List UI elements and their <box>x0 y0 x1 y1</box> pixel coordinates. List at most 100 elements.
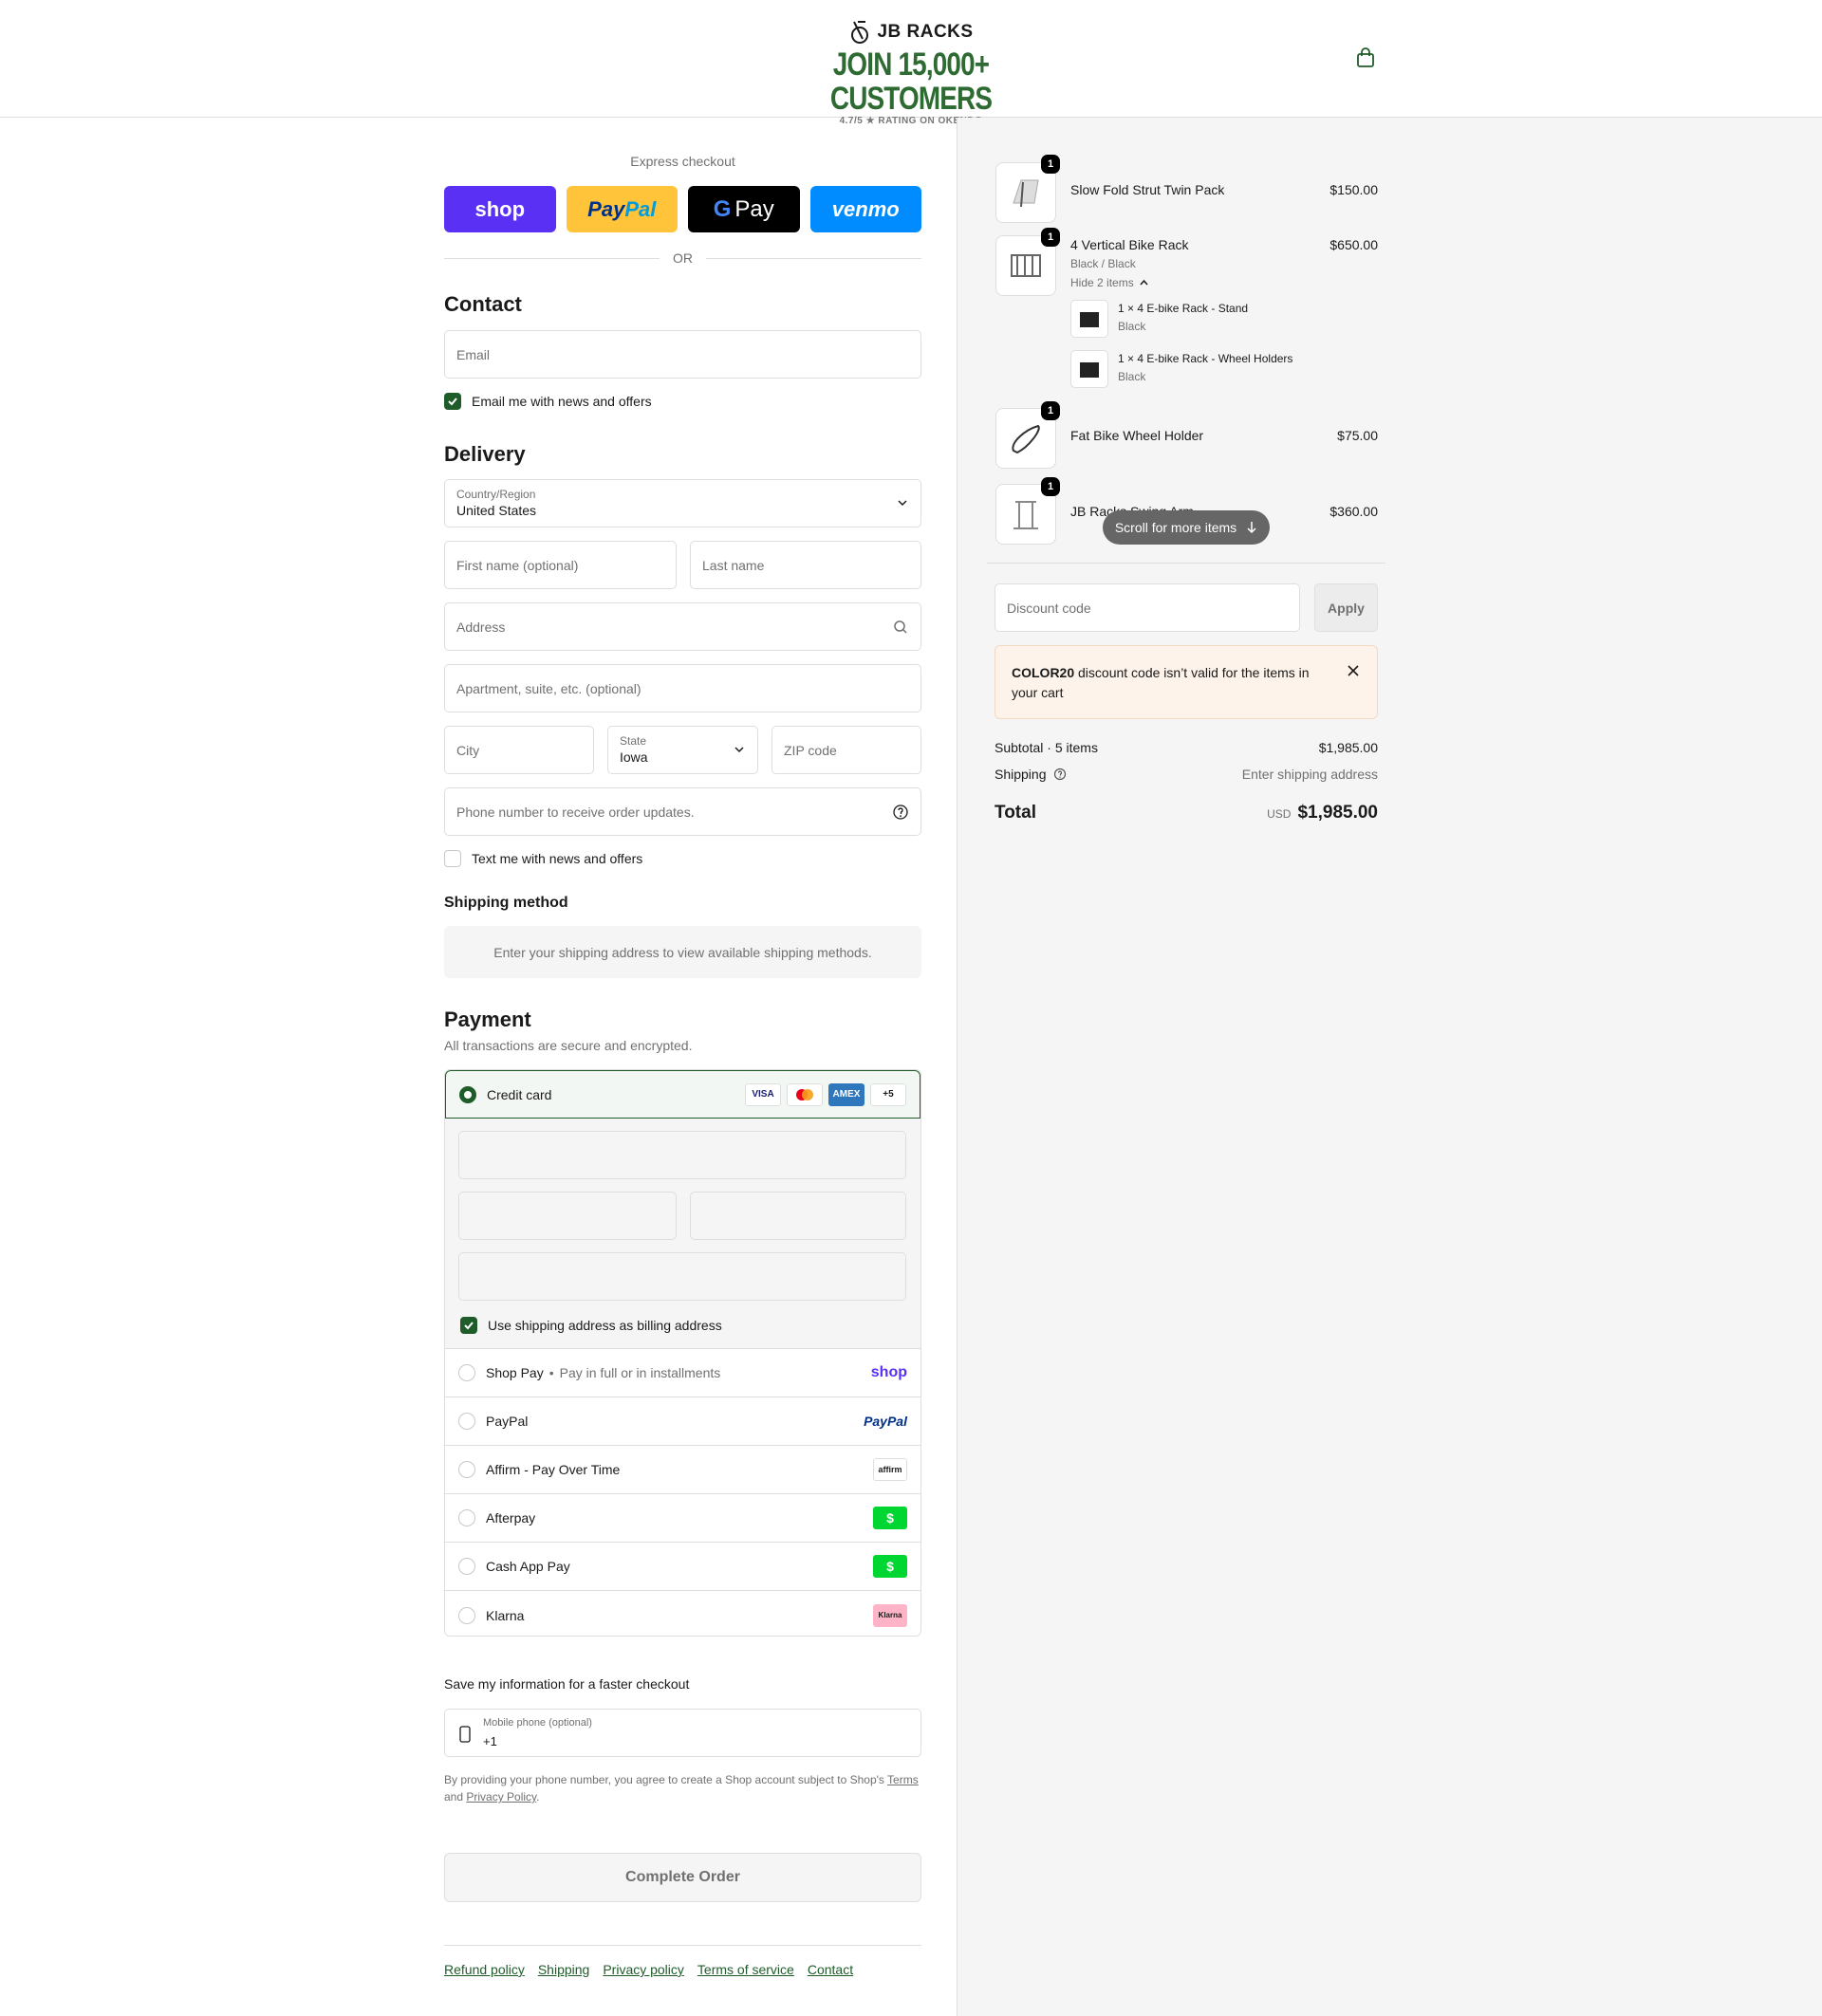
help-circle-icon[interactable] <box>1053 768 1067 781</box>
apply-discount-button[interactable]: Apply <box>1314 583 1378 632</box>
payment-option-paypal[interactable]: PayPal PayPal <box>445 1397 920 1446</box>
mobile-phone-input[interactable]: Mobile phone (optional) +1 <box>444 1709 921 1757</box>
refund-policy-link[interactable]: Refund policy <box>444 1962 525 1977</box>
state-label: State <box>620 734 647 748</box>
subtotal-row: Subtotal · 5 items $1,985.00 <box>995 740 1378 755</box>
text-news-checkbox[interactable]: Text me with news and offers <box>444 850 642 867</box>
shipping-link[interactable]: Shipping <box>538 1962 590 1977</box>
legal-prefix: By providing your phone number, you agre… <box>444 1773 884 1786</box>
card-name-field[interactable] <box>458 1252 906 1301</box>
paypal-express-button[interactable]: Pay Pal <box>566 186 678 232</box>
subtotal-label: Subtotal · 5 items <box>995 740 1098 755</box>
checkbox-checked[interactable] <box>444 393 461 410</box>
item-name: 4 Vertical Bike Rack <box>1070 237 1189 252</box>
alert-code: COLOR20 <box>1012 665 1075 680</box>
country-label: Country/Region <box>456 488 536 501</box>
wheel-holders-icon <box>1080 362 1099 378</box>
country-select[interactable]: Country/Region United States <box>444 479 921 527</box>
radio-unselected[interactable] <box>458 1461 475 1478</box>
card-number-field[interactable] <box>458 1131 906 1179</box>
shop-pay-express-button[interactable]: shop <box>444 186 556 232</box>
card-expiry-field[interactable] <box>458 1192 677 1240</box>
or-divider: OR <box>444 249 921 268</box>
shop-pay-description: Pay in full or in installments <box>559 1365 721 1380</box>
chevron-down-icon <box>898 500 907 507</box>
phone-input[interactable]: Phone number to receive order updates. <box>444 787 921 836</box>
item-variant: Black / Black <box>1070 257 1136 270</box>
card-security-code-field[interactable] <box>690 1192 906 1240</box>
privacy-policy-footer-link[interactable]: Privacy policy <box>603 1962 684 1977</box>
afterpay-label: Afterpay <box>486 1510 536 1526</box>
delivery-heading: Delivery <box>444 442 526 466</box>
bike-logo-icon <box>851 21 869 44</box>
email-placeholder: Email <box>456 346 491 362</box>
email-news-checkbox[interactable]: Email me with news and offers <box>444 393 652 410</box>
zip-input[interactable]: ZIP code <box>772 726 921 774</box>
total-row: Total USD $1,985.00 <box>995 803 1378 823</box>
last-name-input[interactable]: Last name <box>690 541 921 589</box>
apartment-input[interactable]: Apartment, suite, etc. (optional) <box>444 664 921 712</box>
quantity-badge: 1 <box>1041 155 1060 174</box>
payment-option-affirm[interactable]: Affirm - Pay Over Time affirm <box>445 1446 920 1494</box>
payment-option-klarna[interactable]: Klarna Klarna <box>445 1591 920 1636</box>
email-input[interactable]: Email <box>444 330 921 379</box>
privacy-policy-link[interactable]: Privacy Policy <box>466 1790 536 1803</box>
express-checkout-buttons: shop Pay Pal G Pay venmo <box>444 186 921 232</box>
shopping-bag-icon[interactable] <box>1355 47 1376 68</box>
payment-option-cash-app[interactable]: Cash App Pay $ <box>445 1543 920 1591</box>
state-select[interactable]: State Iowa <box>607 726 758 774</box>
item-name: Slow Fold Strut Twin Pack <box>1070 182 1225 197</box>
discount-code-input[interactable]: Discount code <box>995 583 1300 632</box>
sub-item-name: 1 × 4 E-bike Rack - Wheel Holders <box>1118 352 1293 365</box>
complete-order-button[interactable]: Complete Order <box>444 1853 921 1902</box>
checkbox-unchecked[interactable] <box>444 850 461 867</box>
total-currency: USD <box>1267 807 1292 821</box>
scroll-for-more-button[interactable]: Scroll for more items <box>1103 510 1270 545</box>
terms-of-service-link[interactable]: Terms of service <box>697 1962 794 1977</box>
sub-item-image <box>1070 350 1108 388</box>
payment-option-afterpay[interactable]: Afterpay $ <box>445 1494 920 1543</box>
payment-option-credit-card[interactable]: Credit card VISA AMEX +5 <box>445 1070 920 1119</box>
radio-unselected[interactable] <box>458 1606 475 1624</box>
mobile-phone-icon <box>459 1726 471 1743</box>
radio-selected[interactable] <box>459 1085 476 1103</box>
payment-option-shop-pay[interactable]: Shop Pay • Pay in full or in installment… <box>445 1349 920 1397</box>
item-name: Fat Bike Wheel Holder <box>1070 428 1204 443</box>
scroll-hint-label: Scroll for more items <box>1114 520 1237 535</box>
close-icon[interactable] <box>1347 664 1360 677</box>
google-pay-express-button[interactable]: G Pay <box>688 186 800 232</box>
radio-unselected[interactable] <box>458 1558 475 1575</box>
first-name-input[interactable]: First name (optional) <box>444 541 677 589</box>
afterpay-logo: $ <box>873 1507 907 1529</box>
radio-unselected[interactable] <box>458 1364 475 1381</box>
visa-icon: VISA <box>745 1082 781 1106</box>
shipping-method-heading: Shipping method <box>444 895 568 911</box>
sub-item-image <box>1070 300 1108 338</box>
cart-items-list[interactable]: 1 Slow Fold Strut Twin Pack $150.00 1 4 … <box>987 152 1385 564</box>
radio-unselected[interactable] <box>458 1509 475 1526</box>
hide-items-toggle[interactable]: Hide 2 items <box>1070 276 1148 289</box>
discount-error-alert: COLOR20 discount code isn’t valid for th… <box>995 645 1378 719</box>
apartment-placeholder: Apartment, suite, etc. (optional) <box>456 680 641 696</box>
terms-link[interactable]: Terms <box>887 1773 919 1786</box>
divider-line <box>444 257 660 259</box>
shop-pay-logo: shop <box>870 1364 907 1380</box>
city-input[interactable]: City <box>444 726 594 774</box>
footer-links: Refund policy Shipping Privacy policy Te… <box>444 1962 853 1977</box>
billing-address-checkbox[interactable]: Use shipping address as billing address <box>460 1317 722 1334</box>
venmo-express-button[interactable]: venmo <box>809 186 921 232</box>
brand-logo[interactable]: JB RACKS JOIN 15,000+ CUSTOMERS 4.7/5 ★ … <box>769 17 1053 126</box>
klarna-logo: Klarna <box>873 1603 907 1627</box>
phone-placeholder: Phone number to receive order updates. <box>456 804 695 820</box>
contact-link[interactable]: Contact <box>808 1962 853 1977</box>
shipping-value: Enter shipping address <box>1241 767 1378 782</box>
radio-unselected[interactable] <box>458 1413 475 1430</box>
mobile-phone-value: +1 <box>483 1734 497 1748</box>
mastercard-icon <box>787 1082 823 1106</box>
billing-address-label: Use shipping address as billing address <box>488 1318 722 1333</box>
item-price: $360.00 <box>1329 504 1378 519</box>
help-circle-icon[interactable] <box>892 804 909 821</box>
checkbox-checked[interactable] <box>460 1317 477 1334</box>
address-input[interactable]: Address <box>444 602 921 651</box>
more-cards-badge: +5 <box>870 1082 906 1106</box>
